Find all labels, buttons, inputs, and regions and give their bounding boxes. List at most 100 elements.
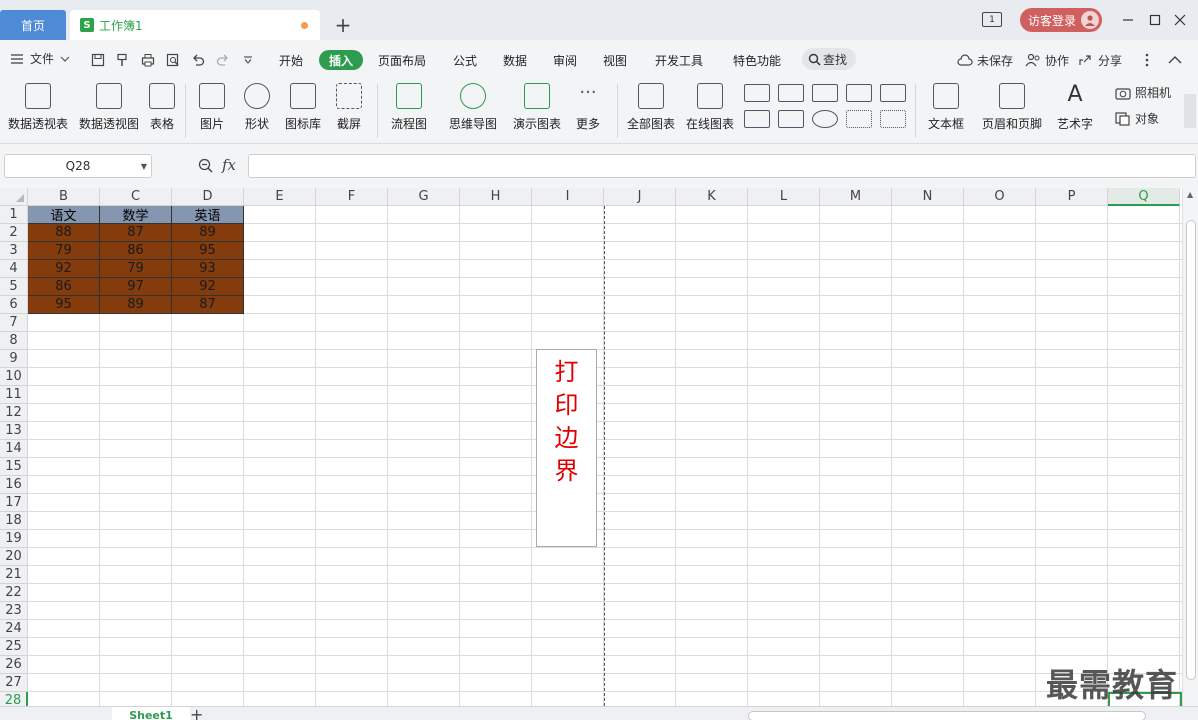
unsaved-button[interactable]: 未保存 bbox=[957, 50, 1013, 70]
undo-icon[interactable] bbox=[190, 52, 206, 68]
menu-formula[interactable]: 公式 bbox=[453, 50, 477, 70]
row-header-10[interactable]: 10 bbox=[0, 368, 28, 386]
row-header-3[interactable]: 3 bbox=[0, 242, 28, 260]
minimize-icon[interactable] bbox=[1118, 10, 1138, 30]
menu-data[interactable]: 数据 bbox=[503, 50, 527, 70]
menu-review[interactable]: 审阅 bbox=[553, 50, 577, 70]
word-art-button[interactable]: A 艺术字 bbox=[1051, 78, 1099, 132]
row-header-21[interactable]: 21 bbox=[0, 566, 28, 584]
row-header-25[interactable]: 25 bbox=[0, 638, 28, 656]
row-header-1[interactable]: 1 bbox=[0, 206, 28, 224]
column-header-c[interactable]: C bbox=[100, 188, 172, 206]
table-cell[interactable]: 87 bbox=[100, 224, 172, 242]
table-header-cell[interactable]: 英语 bbox=[172, 206, 244, 224]
row-header-12[interactable]: 12 bbox=[0, 404, 28, 422]
row-header-15[interactable]: 15 bbox=[0, 458, 28, 476]
column-header-g[interactable]: G bbox=[388, 188, 460, 206]
icon-library-button[interactable]: 图标库 bbox=[284, 78, 322, 132]
picture-button[interactable]: 图片 bbox=[194, 78, 230, 132]
column-header-k[interactable]: K bbox=[676, 188, 748, 206]
insert-function-icon[interactable]: fx bbox=[222, 156, 236, 174]
row-header-17[interactable]: 17 bbox=[0, 494, 28, 512]
more-button[interactable]: ··· 更多 bbox=[571, 78, 605, 132]
row-header-7[interactable]: 7 bbox=[0, 314, 28, 332]
customize-toolbar-icon[interactable] bbox=[240, 52, 256, 68]
row-header-24[interactable]: 24 bbox=[0, 620, 28, 638]
row-header-27[interactable]: 27 bbox=[0, 674, 28, 692]
table-cell[interactable]: 93 bbox=[172, 260, 244, 278]
row-header-28[interactable]: 28 bbox=[0, 692, 28, 706]
menu-view[interactable]: 视图 bbox=[603, 50, 627, 70]
row-header-14[interactable]: 14 bbox=[0, 440, 28, 458]
table-cell[interactable]: 92 bbox=[28, 260, 100, 278]
table-cell[interactable]: 86 bbox=[100, 242, 172, 260]
menu-page-layout[interactable]: 页面布局 bbox=[378, 50, 426, 70]
column-header-j[interactable]: J bbox=[604, 188, 676, 206]
pivot-chart-button[interactable]: 数据透视图 bbox=[79, 78, 139, 132]
row-header-20[interactable]: 20 bbox=[0, 548, 28, 566]
scroll-up-icon[interactable]: ▲ bbox=[1187, 190, 1193, 199]
bar-horizontal-chart-icon[interactable] bbox=[778, 84, 804, 102]
maximize-icon[interactable] bbox=[1145, 10, 1165, 30]
print-preview-icon[interactable] bbox=[165, 52, 181, 68]
pivot-table-button[interactable]: 数据透视表 bbox=[8, 78, 68, 132]
close-icon[interactable] bbox=[1170, 10, 1190, 30]
area-chart-icon[interactable] bbox=[744, 110, 770, 128]
screenshot-button[interactable]: 截屏 bbox=[331, 78, 367, 132]
window-count-icon[interactable]: 1 bbox=[982, 12, 1002, 27]
row-header-16[interactable]: 16 bbox=[0, 476, 28, 494]
row-header-26[interactable]: 26 bbox=[0, 656, 28, 674]
column-header-b[interactable]: B bbox=[28, 188, 100, 206]
vertical-scroll-thumb[interactable] bbox=[1186, 220, 1196, 680]
search-button[interactable]: 查找 bbox=[802, 48, 856, 70]
save-icon[interactable] bbox=[90, 52, 106, 68]
table-button[interactable]: 表格 bbox=[148, 78, 176, 132]
other-chart-icon[interactable] bbox=[880, 84, 906, 102]
bubble-chart-icon[interactable] bbox=[880, 110, 906, 128]
horizontal-scroll-thumb[interactable] bbox=[748, 711, 1146, 720]
table-cell[interactable]: 95 bbox=[172, 242, 244, 260]
name-box[interactable]: Q28 ▼ bbox=[4, 154, 152, 178]
row-header-8[interactable]: 8 bbox=[0, 332, 28, 350]
table-cell[interactable]: 95 bbox=[28, 296, 100, 314]
column-header-o[interactable]: O bbox=[964, 188, 1036, 206]
camera-button[interactable]: 照相机 bbox=[1115, 84, 1171, 101]
format-painter-icon[interactable] bbox=[115, 52, 131, 68]
formula-input[interactable] bbox=[248, 154, 1196, 178]
row-header-4[interactable]: 4 bbox=[0, 260, 28, 278]
shape-button[interactable]: 形状 bbox=[239, 78, 275, 132]
object-button[interactable]: 对象 bbox=[1115, 110, 1159, 127]
column-header-p[interactable]: P bbox=[1036, 188, 1108, 206]
mindmap-button[interactable]: 思维导图 bbox=[444, 78, 502, 132]
row-header-9[interactable]: 9 bbox=[0, 350, 28, 368]
zoom-formula-icon[interactable] bbox=[198, 158, 214, 178]
row-header-11[interactable]: 11 bbox=[0, 386, 28, 404]
tab-home[interactable]: 首页 bbox=[0, 10, 66, 40]
select-all-corner[interactable] bbox=[0, 188, 28, 206]
column-header-h[interactable]: H bbox=[460, 188, 532, 206]
column-header-i[interactable]: I bbox=[532, 188, 604, 206]
table-header-cell[interactable]: 语文 bbox=[28, 206, 100, 224]
header-footer-button[interactable]: 页眉和页脚 bbox=[980, 78, 1044, 132]
row-header-6[interactable]: 6 bbox=[0, 296, 28, 314]
radar-chart-icon[interactable] bbox=[846, 84, 872, 102]
table-cell[interactable]: 89 bbox=[100, 296, 172, 314]
line-chart-icon[interactable] bbox=[812, 84, 838, 102]
pie-chart-icon[interactable] bbox=[812, 110, 838, 128]
add-sheet-button[interactable]: + bbox=[190, 705, 203, 720]
new-tab-button[interactable]: + bbox=[332, 13, 354, 37]
collapse-ribbon-icon[interactable] bbox=[1168, 50, 1182, 70]
column-header-f[interactable]: F bbox=[316, 188, 388, 206]
table-header-cell[interactable]: 数学 bbox=[100, 206, 172, 224]
row-header-18[interactable]: 18 bbox=[0, 512, 28, 530]
column-header-e[interactable]: E bbox=[244, 188, 316, 206]
table-cell[interactable]: 92 bbox=[172, 278, 244, 296]
demo-chart-button[interactable]: 演示图表 bbox=[512, 78, 562, 132]
scatter-chart-icon[interactable] bbox=[846, 110, 872, 128]
vertical-scrollbar[interactable]: ▲ bbox=[1182, 188, 1198, 706]
menu-developer[interactable]: 开发工具 bbox=[655, 50, 703, 70]
ribbon-scroll-right-icon[interactable] bbox=[1184, 94, 1196, 128]
menu-special[interactable]: 特色功能 bbox=[733, 50, 781, 70]
row-header-23[interactable]: 23 bbox=[0, 602, 28, 620]
guest-login-button[interactable]: 访客登录 bbox=[1020, 8, 1102, 32]
